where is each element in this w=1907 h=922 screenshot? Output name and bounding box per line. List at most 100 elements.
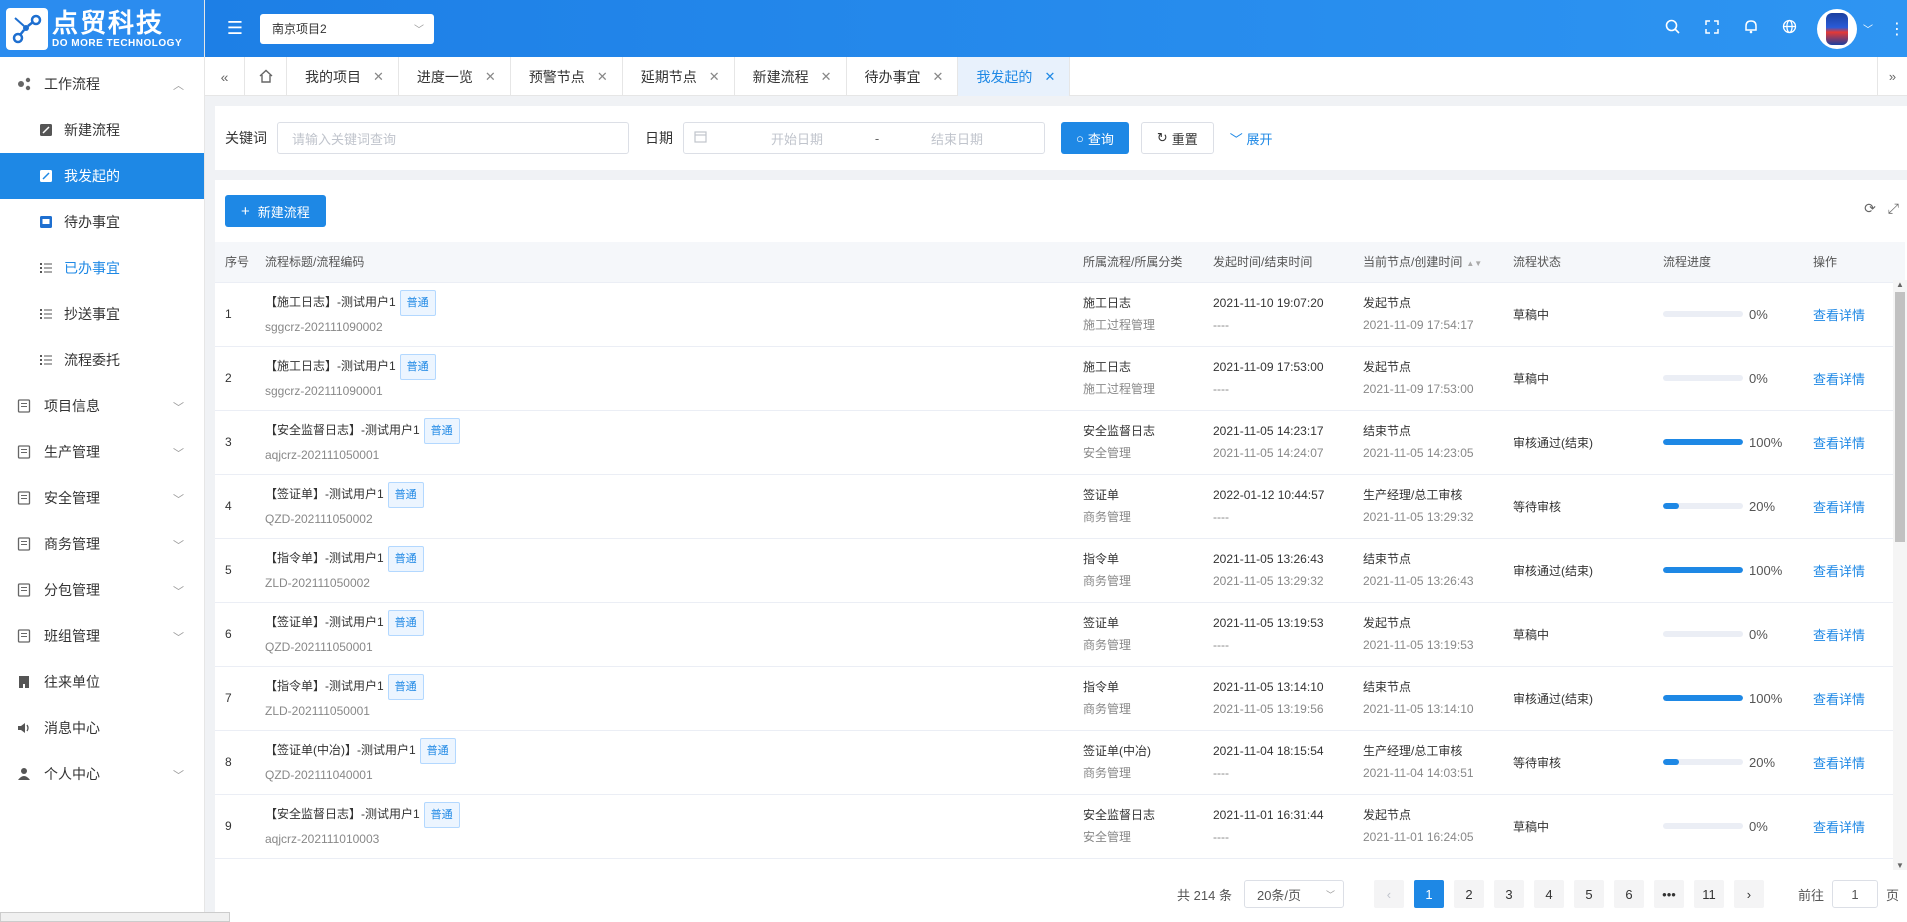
close-icon[interactable]: ✕	[597, 69, 608, 85]
menu-project-info[interactable]: 项目信息 ﹀	[0, 383, 204, 429]
page-button[interactable]: 5	[1573, 880, 1604, 908]
prev-page-button[interactable]: ‹	[1373, 880, 1404, 908]
table-row[interactable]: 7 【指令单】-测试用户1 普通 ZLD-202111050001 指令单 商务管…	[215, 666, 1905, 731]
tab-label: 延期节点	[640, 68, 697, 85]
page-button[interactable]: 6	[1613, 880, 1644, 908]
menu-personal[interactable]: 个人中心 ﹀	[0, 751, 204, 797]
sidebar-item-delegate[interactable]: 流程委托	[0, 337, 204, 383]
reset-button[interactable]: ↻ 重置	[1140, 122, 1214, 154]
tab-scroll-left-icon[interactable]: «	[205, 57, 245, 96]
end-time: ----	[1213, 318, 1229, 332]
table-row[interactable]: 4 【签证单】-测试用户1 普通 QZD-202111050002 签证单 商务管…	[215, 474, 1905, 539]
view-details-link[interactable]: 查看详情	[1813, 820, 1865, 835]
tab-my-started[interactable]: 我发起的 ✕	[958, 57, 1071, 96]
tab-scroll-right-icon[interactable]: »	[1877, 57, 1907, 96]
logo[interactable]: 点贸科技 DO MORE TECHNOLOGY	[0, 0, 204, 57]
fullscreen-icon[interactable]: ⤢	[1888, 200, 1899, 217]
start-date-input[interactable]: 开始日期	[727, 129, 867, 148]
menu-partners[interactable]: 往来单位	[0, 659, 204, 705]
vertical-scrollbar[interactable]: ▲ ▼	[1893, 280, 1907, 870]
menu-toggle-icon[interactable]: ☰	[215, 18, 255, 39]
search-icon[interactable]	[1653, 19, 1692, 38]
priority-tag: 普通	[387, 610, 424, 636]
sort-icon[interactable]: ▲▼	[1466, 259, 1482, 268]
page-button[interactable]: 2	[1453, 880, 1484, 908]
view-details-link[interactable]: 查看详情	[1813, 372, 1865, 387]
avatar[interactable]	[1817, 8, 1857, 49]
table-row[interactable]: 2 【施工日志】-测试用户1 普通 sggcrz-202111090001 施工日…	[215, 346, 1905, 411]
table-row[interactable]: 1 【施工日志】-测试用户1 普通 sggcrz-202111090002 施工日…	[215, 282, 1905, 347]
expand-link[interactable]: ﹀ 展开	[1230, 129, 1273, 148]
page-button[interactable]: 3	[1493, 880, 1524, 908]
tab-my-project[interactable]: 我的项目 ✕	[287, 57, 399, 96]
close-icon[interactable]: ✕	[1044, 69, 1055, 85]
page-button[interactable]: 1	[1413, 880, 1444, 908]
priority-tag: 普通	[387, 546, 424, 572]
tab-progress[interactable]: 进度一览 ✕	[399, 57, 511, 96]
query-button-label: 查询	[1087, 131, 1114, 147]
view-details-link[interactable]: 查看详情	[1813, 756, 1865, 771]
tab-warning[interactable]: 预警节点 ✕	[511, 57, 623, 96]
view-details-link[interactable]: 查看详情	[1813, 436, 1865, 451]
refresh-icon[interactable]: ⟳	[1864, 200, 1876, 217]
tab-todo[interactable]: 待办事宜 ✕	[847, 57, 959, 96]
menu-workflow[interactable]: 工作流程 ︿	[0, 61, 204, 107]
menu-safety[interactable]: 安全管理 ﹀	[0, 475, 204, 521]
view-details-link[interactable]: 查看详情	[1813, 692, 1865, 707]
globe-icon[interactable]	[1770, 19, 1809, 38]
home-icon[interactable]	[245, 57, 287, 95]
scrollbar-thumb[interactable]	[1895, 292, 1905, 542]
end-date-input[interactable]: 结束日期	[887, 129, 1027, 148]
view-details-link[interactable]: 查看详情	[1813, 308, 1865, 323]
chevron-down-icon[interactable]: ﹀	[1863, 21, 1873, 36]
sidebar-item-todo[interactable]: 待办事宜	[0, 199, 204, 245]
keyword-input[interactable]: 请输入关键词查询	[277, 122, 629, 154]
date-range-picker[interactable]: 开始日期 - 结束日期	[683, 122, 1045, 154]
fullscreen-icon[interactable]	[1692, 19, 1731, 38]
sidebar-item-cc[interactable]: 抄送事宜	[0, 291, 204, 337]
table-row[interactable]: 3 【安全监督日志】-测试用户1 普通 aqjcrz-202111050001 安…	[215, 410, 1905, 475]
sidebar-item-done[interactable]: 已办事宜	[0, 245, 204, 291]
chevron-down-icon: ﹀	[1325, 889, 1335, 900]
scroll-down-icon[interactable]: ▼	[1893, 861, 1907, 870]
tab-new-flow[interactable]: 新建流程 ✕	[735, 57, 847, 96]
menu-production[interactable]: 生产管理 ﹀	[0, 429, 204, 475]
table-row[interactable]: 5 【指令单】-测试用户1 普通 ZLD-202111050002 指令单 商务管…	[215, 538, 1905, 603]
view-details-link[interactable]: 查看详情	[1813, 564, 1865, 579]
sidebar-item-my-started[interactable]: 我发起的	[0, 153, 204, 199]
view-details-link[interactable]: 查看详情	[1813, 500, 1865, 515]
page-button[interactable]: 4	[1533, 880, 1564, 908]
close-icon[interactable]: ✕	[373, 69, 384, 85]
progress-fill	[1663, 759, 1679, 765]
page-button[interactable]: 11	[1693, 880, 1724, 908]
project-select[interactable]: 南京项目2 ﹀	[260, 13, 434, 44]
progress: 100%	[1663, 691, 1803, 706]
bell-icon[interactable]	[1731, 19, 1770, 38]
scroll-up-icon[interactable]: ▲	[1893, 280, 1907, 289]
query-button[interactable]: ○ 查询	[1061, 122, 1129, 154]
sidebar-item-new-flow[interactable]: 新建流程	[0, 107, 204, 153]
new-flow-button[interactable]: + 新建流程	[225, 195, 326, 227]
table-row[interactable]: 6 【签证单】-测试用户1 普通 QZD-202111050001 签证单 商务管…	[215, 602, 1905, 667]
goto-page-input[interactable]: 1	[1831, 880, 1878, 908]
sidebar-item-label: 已办事宜	[64, 260, 120, 276]
table-row[interactable]: 9 【安全监督日志】-测试用户1 普通 aqjcrz-202111010003 安…	[215, 794, 1905, 859]
more-pages-icon[interactable]: •••	[1653, 880, 1684, 908]
table-row[interactable]: 8 【签证单(中冶)】-测试用户1 普通 QZD-202111040001 签证单…	[215, 730, 1905, 795]
menu-subcontract[interactable]: 分包管理 ﹀	[0, 567, 204, 613]
page-size-select[interactable]: 20条/页 ﹀	[1243, 880, 1344, 908]
menu-team[interactable]: 班组管理 ﹀	[0, 613, 204, 659]
close-icon[interactable]: ✕	[933, 69, 944, 85]
close-icon[interactable]: ✕	[821, 69, 832, 85]
current-node: 发起节点	[1363, 360, 1412, 374]
view-details-link[interactable]: 查看详情	[1813, 628, 1865, 643]
close-icon[interactable]: ✕	[709, 69, 720, 85]
tab-delay[interactable]: 延期节点 ✕	[623, 57, 735, 96]
more-vertical-icon[interactable]: ⋮	[1887, 19, 1907, 39]
flow-code: sggcrz-202111090002	[265, 320, 383, 334]
close-icon[interactable]: ✕	[485, 69, 496, 85]
menu-business[interactable]: 商务管理 ﹀	[0, 521, 204, 567]
menu-messages[interactable]: 消息中心	[0, 705, 204, 751]
col-header-sortable[interactable]: 当前节点/创建时间 ▲▼	[1353, 242, 1503, 283]
next-page-button[interactable]: ›	[1733, 880, 1764, 908]
